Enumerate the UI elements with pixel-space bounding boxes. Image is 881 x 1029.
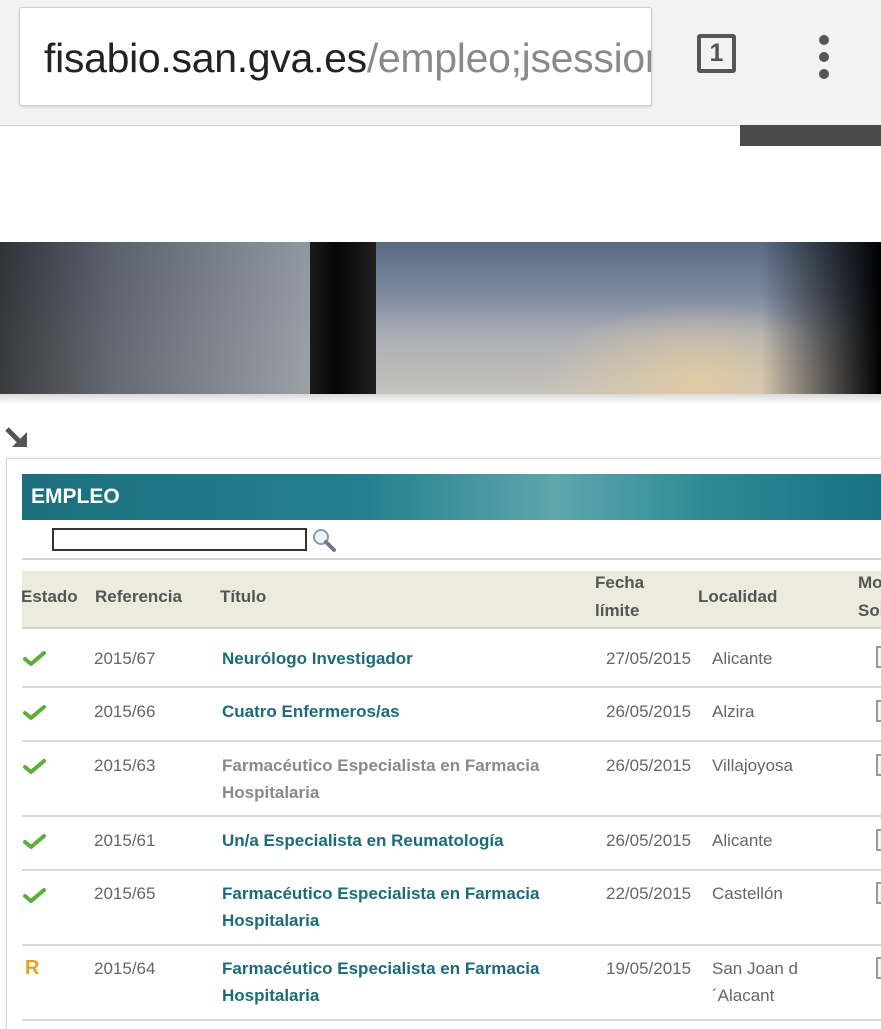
table-row[interactable]: 2015/63 Farmacéutico Especialista en Far… (22, 742, 881, 817)
section-header: EMPLEO (22, 474, 881, 520)
row-checkbox[interactable] (876, 700, 881, 722)
row-checkbox[interactable] (876, 646, 881, 668)
cell-fecha: 26/05/2015 (606, 702, 692, 721)
url-text: fisabio.san.gva.es/empleo;jsessior (44, 34, 652, 82)
arrow-down-right-icon[interactable] (4, 424, 30, 450)
check-icon (23, 834, 46, 849)
header-fecha-line2: límite (595, 601, 640, 620)
cell-fecha: 19/05/2015 (606, 959, 692, 978)
url-bar[interactable]: fisabio.san.gva.es/empleo;jsessior (19, 7, 652, 106)
cell-localidad: San Joan d ´Alacant (712, 959, 799, 1005)
cell-fecha: 27/05/2015 (606, 649, 692, 668)
cell-referencia: 2015/63 (94, 756, 156, 775)
table-row[interactable]: 2015/66 Cuatro Enfermeros/as 26/05/2015 … (22, 688, 881, 742)
job-title-link[interactable]: Neurólogo Investigador (222, 645, 552, 672)
check-icon (23, 651, 46, 666)
header-mo-line2: Sol (858, 601, 881, 620)
job-title-link[interactable]: Farmacéutico Especialista en Farmacia Ho… (222, 880, 552, 934)
row-checkbox[interactable] (876, 754, 881, 776)
url-path: /empleo;jsessior (366, 35, 652, 81)
search-input[interactable] (52, 528, 307, 551)
cell-localidad: Alzira (712, 702, 755, 721)
table-row[interactable]: 2015/61 Un/a Especialista en Reumatologí… (22, 817, 881, 871)
search-icon[interactable] (311, 527, 337, 553)
row-checkbox[interactable] (876, 957, 881, 979)
cell-fecha: 26/05/2015 (606, 831, 692, 850)
cell-localidad: Villajoyosa (712, 756, 793, 775)
cell-localidad: Alicante (712, 649, 773, 668)
cell-fecha: 22/05/2015 (606, 884, 692, 903)
overflow-menu-icon[interactable] (812, 35, 836, 79)
cell-referencia: 2015/65 (94, 884, 156, 903)
header-titulo[interactable]: Título (220, 583, 266, 611)
header-dark-strip (740, 125, 881, 146)
table-row[interactable]: R 2015/64 Farmacéutico Especialista en F… (22, 946, 881, 1021)
header-referencia[interactable]: Referencia (95, 583, 182, 611)
cell-referencia: 2015/67 (94, 649, 156, 668)
header-mo-line1: Mo (858, 573, 881, 592)
table-row[interactable]: 2015/65 Farmacéutico Especialista en Far… (22, 871, 881, 946)
header-mo-sol[interactable]: Mo Sol (858, 569, 881, 625)
row-checkbox[interactable] (876, 829, 881, 851)
table-row[interactable]: 2015/67 Neurólogo Investigador 27/05/201… (22, 634, 881, 688)
status-r-icon: R (25, 957, 40, 979)
job-title-link[interactable]: Cuatro Enfermeros/as (222, 698, 552, 725)
cell-localidad: Castellón (712, 884, 783, 903)
cell-referencia: 2015/61 (94, 831, 156, 850)
table-header: Estado Referencia Título Fecha límite Lo… (21, 569, 881, 629)
cell-referencia: 2015/64 (94, 959, 156, 978)
header-banner-image (0, 242, 881, 394)
cell-referencia: 2015/66 (94, 702, 156, 721)
check-icon (23, 705, 46, 720)
header-localidad[interactable]: Localidad (698, 583, 777, 611)
check-icon (23, 759, 46, 774)
divider (22, 558, 881, 560)
url-host: fisabio.san.gva.es (44, 35, 367, 81)
cell-localidad: Alicante (712, 831, 773, 850)
job-title-link[interactable]: Un/a Especialista en Reumatología (222, 827, 552, 854)
header-fecha-line1: Fecha (595, 573, 645, 592)
job-title: Farmacéutico Especialista en Farmacia Ho… (222, 756, 540, 802)
job-title-link[interactable]: Farmacéutico Especialista en Farmacia Ho… (222, 955, 552, 1009)
header-fecha-limite[interactable]: Fecha límite (595, 569, 644, 625)
row-checkbox[interactable] (876, 882, 881, 904)
cell-fecha: 26/05/2015 (606, 756, 692, 775)
section-title: EMPLEO (31, 485, 120, 508)
check-icon (23, 888, 46, 903)
browser-toolbar: fisabio.san.gva.es/empleo;jsessior 1 (0, 0, 881, 126)
header-estado[interactable]: Estado (21, 583, 78, 611)
tab-switcher-button[interactable]: 1 (697, 34, 736, 73)
